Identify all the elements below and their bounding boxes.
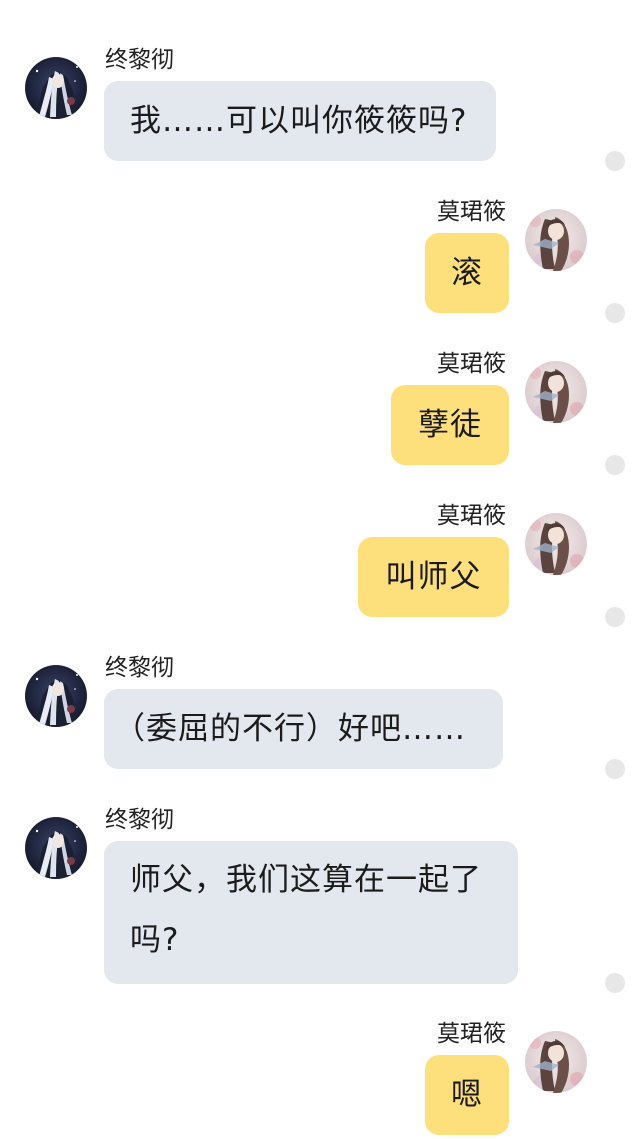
avatar[interactable] [525,1031,587,1093]
avatar[interactable] [525,361,587,423]
message-status-dot [605,973,625,993]
message-bubble[interactable]: 嗯 [425,1055,509,1135]
sender-name: 莫珺筱 [437,503,506,529]
sender-name: 莫珺筱 [437,1021,506,1047]
message-status-dot [605,455,625,475]
avatar[interactable] [525,209,587,271]
message-bubble[interactable]: 滚 [425,233,509,313]
floral-anime-avatar-icon [525,1031,587,1093]
dark-anime-avatar-icon [25,57,87,119]
floral-anime-avatar-icon [525,513,587,575]
message-text-line: 师父，我们这算在一起了 [130,862,482,898]
floral-anime-avatar-icon [525,209,587,271]
avatar[interactable] [525,513,587,575]
floral-anime-avatar-icon [525,361,587,423]
message-text-line: 吗? [130,922,180,958]
message-status-dot [605,607,625,627]
sender-name: 终黎彻 [105,47,174,73]
avatar[interactable] [25,57,87,119]
sender-name: 终黎彻 [105,655,174,681]
sender-name: 莫珺筱 [437,351,506,377]
avatar[interactable] [25,817,87,879]
message-bubble[interactable]: 叫师父 [358,537,509,617]
message-bubble[interactable]: 师父，我们这算在一起了 吗? [104,841,518,984]
sender-name: 莫珺筱 [437,199,506,225]
message-bubble[interactable]: 孽徒 [391,385,509,465]
message-status-dot [605,303,625,323]
message-bubble[interactable]: （委屈的不行）好吧…… [104,689,503,769]
message-status-dot [605,151,625,171]
dark-anime-avatar-icon [25,665,87,727]
message-bubble[interactable]: 我……可以叫你筱筱吗? [104,81,496,161]
dark-anime-avatar-icon [25,817,87,879]
avatar[interactable] [25,665,87,727]
message-status-dot [605,759,625,779]
sender-name: 终黎彻 [105,807,174,833]
